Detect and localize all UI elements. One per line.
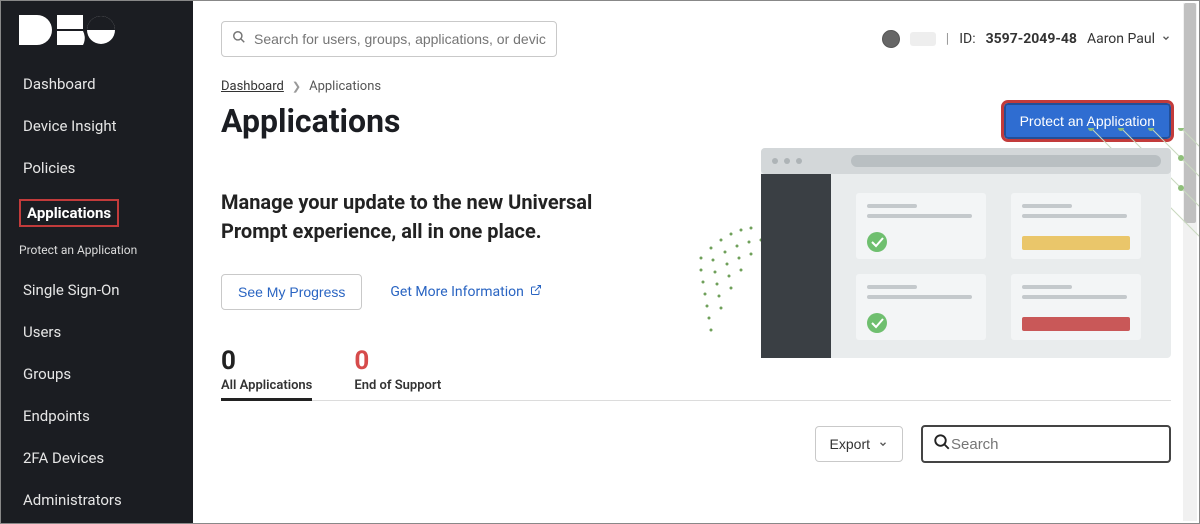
sidebar-item-policies[interactable]: Policies bbox=[1, 147, 193, 189]
sidebar-item-label: Device Insight bbox=[19, 115, 121, 137]
account-id-label: ID: bbox=[959, 31, 975, 47]
user-menu[interactable]: Aaron Paul bbox=[1087, 31, 1171, 47]
list-toolbar: Export bbox=[221, 425, 1171, 463]
top-right-cluster: | ID: 3597-2049-48 Aaron Paul bbox=[882, 30, 1171, 48]
table-search-input[interactable] bbox=[951, 436, 1159, 453]
sidebar-item-administrators[interactable]: Administrators bbox=[1, 479, 193, 521]
search-icon bbox=[232, 30, 246, 48]
page-title: Applications bbox=[221, 102, 400, 140]
sidebar-item-2fa-devices[interactable]: 2FA Devices bbox=[1, 437, 193, 479]
promo-area: Manage your update to the new Universal … bbox=[221, 188, 1171, 310]
stat-count: 0 bbox=[221, 346, 312, 376]
sidebar-item-label: Groups bbox=[19, 363, 75, 385]
sidebar-item-label: Endpoints bbox=[19, 405, 94, 427]
more-info-label: Get More Information bbox=[390, 284, 523, 300]
stat-label: All Applications bbox=[221, 378, 312, 393]
sidebar-item-users[interactable]: Users bbox=[1, 311, 193, 353]
protect-application-button[interactable]: Protect an Application bbox=[1004, 103, 1171, 139]
external-link-icon bbox=[530, 284, 542, 300]
export-button[interactable]: Export bbox=[815, 426, 903, 462]
global-search[interactable] bbox=[221, 21, 557, 57]
export-label: Export bbox=[830, 436, 870, 452]
sidebar-item-groups[interactable]: Groups bbox=[1, 353, 193, 395]
org-name-redacted bbox=[910, 32, 936, 46]
main-content: | ID: 3597-2049-48 Aaron Paul Dashboard … bbox=[193, 1, 1199, 523]
promo-illustration bbox=[691, 128, 1200, 378]
breadcrumb: Dashboard ❯ Applications bbox=[221, 79, 1171, 94]
promo-heading: Manage your update to the new Universal … bbox=[221, 188, 661, 246]
global-search-input[interactable] bbox=[254, 31, 546, 47]
breadcrumb-root-link[interactable]: Dashboard bbox=[221, 79, 284, 94]
chevron-right-icon: ❯ bbox=[292, 80, 301, 93]
stat-count: 0 bbox=[354, 346, 441, 376]
user-name: Aaron Paul bbox=[1087, 31, 1155, 47]
sidebar-item-applications[interactable]: Applications bbox=[1, 189, 193, 237]
table-search[interactable] bbox=[921, 425, 1171, 463]
sidebar-subitem-label: Protect an Application bbox=[19, 243, 137, 257]
org-avatar-icon[interactable] bbox=[882, 30, 900, 48]
sidebar-item-label: 2FA Devices bbox=[19, 447, 108, 469]
sidebar-nav: Dashboard Device Insight Policies Applic… bbox=[1, 63, 193, 524]
sidebar-item-label: Dashboard bbox=[19, 73, 100, 95]
tab-all-applications[interactable]: 0 All Applications bbox=[221, 346, 312, 401]
tab-end-of-support[interactable]: 0 End of Support bbox=[354, 346, 441, 394]
sidebar: Dashboard Device Insight Policies Applic… bbox=[1, 1, 193, 523]
sidebar-subitem-protect-application[interactable]: Protect an Application bbox=[1, 237, 193, 269]
chevron-down-icon bbox=[1161, 33, 1171, 46]
sidebar-item-device-insight[interactable]: Device Insight bbox=[1, 105, 193, 147]
sidebar-item-dashboard[interactable]: Dashboard bbox=[1, 63, 193, 105]
sidebar-item-endpoints[interactable]: Endpoints bbox=[1, 395, 193, 437]
more-info-link[interactable]: Get More Information bbox=[390, 284, 541, 300]
stats-tabs: 0 All Applications 0 End of Support bbox=[221, 346, 1171, 401]
see-progress-button[interactable]: See My Progress bbox=[221, 274, 362, 310]
promo-text: Manage your update to the new Universal … bbox=[221, 188, 661, 310]
separator: | bbox=[946, 31, 949, 47]
stat-label: End of Support bbox=[354, 378, 441, 393]
promo-actions: See My Progress Get More Information bbox=[221, 274, 661, 310]
chevron-down-icon bbox=[878, 436, 888, 452]
search-icon bbox=[933, 433, 951, 455]
title-row: Applications Protect an Application bbox=[221, 102, 1171, 140]
sidebar-item-single-sign-on[interactable]: Single Sign-On bbox=[1, 269, 193, 311]
top-bar: | ID: 3597-2049-48 Aaron Paul bbox=[221, 21, 1171, 57]
sidebar-item-label: Users bbox=[19, 321, 65, 343]
sidebar-item-label: Applications bbox=[19, 199, 119, 227]
sidebar-item-label: Policies bbox=[19, 157, 79, 179]
sidebar-item-label: Administrators bbox=[19, 489, 126, 511]
sidebar-item-label: Single Sign-On bbox=[19, 279, 124, 301]
account-id-value: 3597-2049-48 bbox=[986, 31, 1077, 47]
duo-logo bbox=[1, 7, 193, 63]
breadcrumb-current: Applications bbox=[309, 79, 381, 94]
